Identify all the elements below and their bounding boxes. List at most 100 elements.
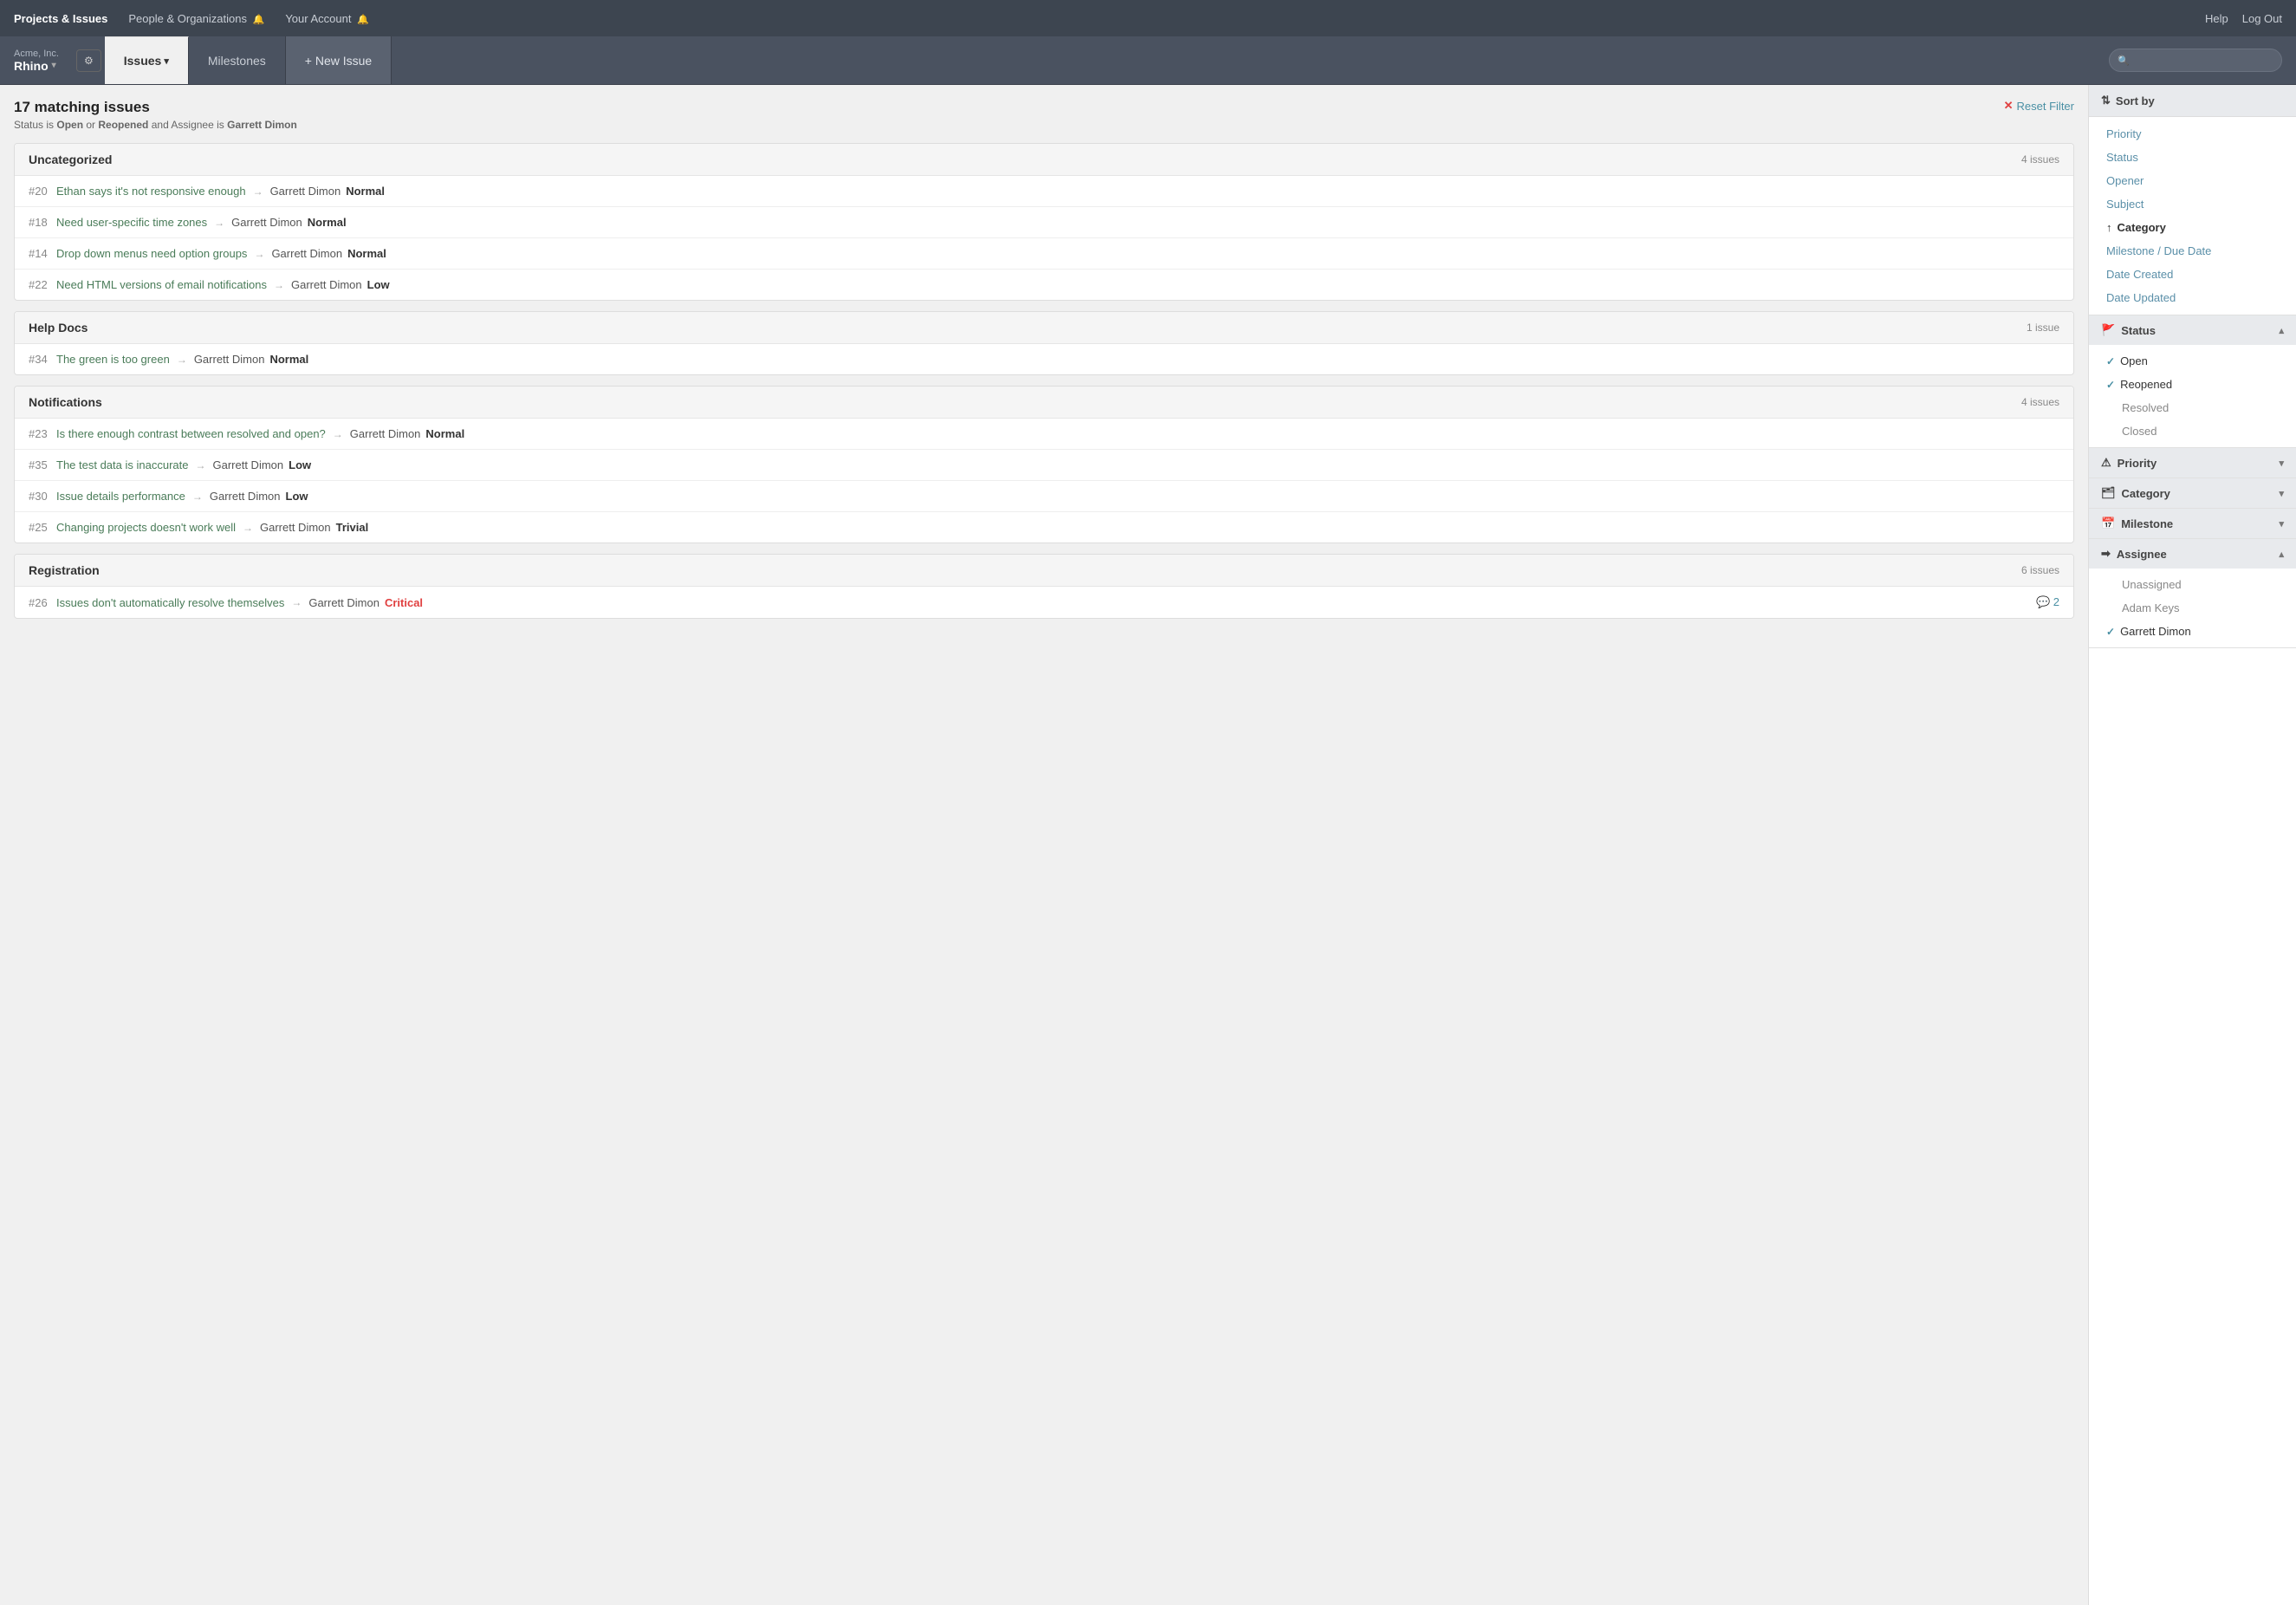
issue-assignee: Garrett Dimon [308, 596, 379, 609]
sort-item[interactable]: Milestone / Due Date [2089, 239, 2296, 263]
group-count: 4 issues [2021, 153, 2059, 166]
settings-button[interactable]: ⚙ [76, 49, 101, 72]
project-name[interactable]: Rhino ▾ [14, 59, 59, 73]
group-header: Help Docs 1 issue [15, 312, 2073, 344]
issue-assignee: Garrett Dimon [291, 278, 362, 291]
top-nav: Projects & Issues People & Organizations… [0, 0, 2296, 36]
issue-row: #26 Issues don't automatically resolve t… [15, 587, 2073, 618]
group-header: Notifications 4 issues [15, 387, 2073, 419]
sort-item[interactable]: Status [2089, 146, 2296, 169]
filter-section-icon: 🗂 [2101, 486, 2116, 500]
filter-header[interactable]: ➡ Assignee ▴ [2089, 539, 2296, 569]
issue-number: #34 [29, 353, 56, 366]
issue-row: #18 Need user-specific time zones → Garr… [15, 207, 2073, 238]
issue-number: #23 [29, 427, 56, 440]
filter-items: OpenReopenedResolvedClosed [2089, 345, 2296, 447]
sort-item[interactable]: Category [2089, 216, 2296, 239]
group-name: Help Docs [29, 321, 88, 335]
reset-filter-button[interactable]: ✕ Reset Filter [2004, 99, 2074, 113]
issues-count: 17 matching issues [14, 99, 297, 116]
issue-arrow: → [254, 248, 264, 260]
issue-number: #20 [29, 185, 56, 198]
group-name: Registration [29, 563, 100, 577]
issue-assignee: Garrett Dimon [350, 427, 421, 440]
issue-priority: Low [286, 490, 308, 503]
tab-milestones[interactable]: Milestones [189, 36, 286, 84]
issue-row: #14 Drop down menus need option groups →… [15, 238, 2073, 270]
issue-group: Registration 6 issues #26 Issues don't a… [14, 554, 2074, 619]
sort-item[interactable]: Date Updated [2089, 286, 2296, 309]
filter-header[interactable]: ⚠ Priority ▾ [2089, 448, 2296, 478]
filter-section-name: Status [2121, 324, 2156, 337]
group-count: 6 issues [2021, 564, 2059, 576]
issue-title[interactable]: Drop down menus need option groups [56, 247, 247, 260]
issue-assignee: Garrett Dimon [271, 247, 342, 260]
filter-section-name: Priority [2118, 457, 2157, 470]
nav-projects-issues[interactable]: Projects & Issues [14, 12, 107, 25]
filter-section-icon: ➡ [2101, 547, 2111, 561]
issue-priority: Normal [425, 427, 464, 440]
search-wrapper [2109, 49, 2282, 72]
filter-header[interactable]: 🚩 Status ▴ [2089, 315, 2296, 345]
filter-header[interactable]: 🗂 Category ▾ [2089, 478, 2296, 508]
issue-assignee: Garrett Dimon [231, 216, 302, 229]
issue-title[interactable]: The test data is inaccurate [56, 458, 188, 471]
issue-title[interactable]: Changing projects doesn't work well [56, 521, 236, 534]
issue-row: #35 The test data is inaccurate → Garret… [15, 450, 2073, 481]
search-input[interactable] [2109, 49, 2282, 72]
issue-priority: Normal [269, 353, 308, 366]
filter-item[interactable]: Reopened [2089, 373, 2296, 396]
issue-arrow: → [274, 279, 284, 291]
issue-arrow: → [192, 491, 203, 503]
filter-items: UnassignedAdam KeysGarrett Dimon [2089, 569, 2296, 647]
issue-group: Uncategorized 4 issues #20 Ethan says it… [14, 143, 2074, 301]
filter-header[interactable]: 📅 Milestone ▾ [2089, 509, 2296, 538]
issues-panel: 17 matching issues Status is Open or Reo… [0, 85, 2088, 1605]
filter-item[interactable]: Garrett Dimon [2089, 620, 2296, 643]
group-name: Notifications [29, 395, 102, 409]
filter-section-name: Assignee [2117, 548, 2167, 561]
sub-nav-tabs: Issues ▾ Milestones + New Issue [105, 36, 392, 84]
collapse-arrow-icon: ▾ [2279, 488, 2284, 499]
filter-item[interactable]: Open [2089, 349, 2296, 373]
issue-comments[interactable]: 💬 2 [2036, 595, 2059, 609]
issue-row: #22 Need HTML versions of email notifica… [15, 270, 2073, 300]
issue-title[interactable]: Issues don't automatically resolve thems… [56, 596, 284, 609]
sort-item[interactable]: Priority [2089, 122, 2296, 146]
issue-title[interactable]: Is there enough contrast between resolve… [56, 427, 326, 440]
issue-title[interactable]: The green is too green [56, 353, 170, 366]
issue-title[interactable]: Need user-specific time zones [56, 216, 207, 229]
nav-logout[interactable]: Log Out [2242, 12, 2282, 25]
filter-item[interactable]: Closed [2089, 419, 2296, 443]
issues-list: Uncategorized 4 issues #20 Ethan says it… [14, 143, 2074, 619]
issue-arrow: → [195, 459, 205, 471]
group-count: 4 issues [2021, 396, 2059, 408]
filter-section-icon: 📅 [2101, 517, 2115, 530]
filter-section: 📅 Milestone ▾ [2089, 509, 2296, 539]
nav-your-account[interactable]: Your Account 🔔 [285, 12, 368, 25]
sort-item[interactable]: Date Created [2089, 263, 2296, 286]
project-dropdown-arrow: ▾ [52, 61, 56, 70]
sort-items: PriorityStatusOpenerSubjectCategoryMiles… [2089, 117, 2296, 315]
sort-item[interactable]: Subject [2089, 192, 2296, 216]
issue-number: #25 [29, 521, 56, 534]
issue-assignee: Garrett Dimon [210, 490, 281, 503]
issue-row: #20 Ethan says it's not responsive enoug… [15, 176, 2073, 207]
tab-new-issue[interactable]: + New Issue [286, 36, 392, 84]
nav-help[interactable]: Help [2205, 12, 2228, 25]
filter-item[interactable]: Resolved [2089, 396, 2296, 419]
issue-number: #35 [29, 458, 56, 471]
issue-title[interactable]: Ethan says it's not responsive enough [56, 185, 246, 198]
sort-item[interactable]: Opener [2089, 169, 2296, 192]
issue-row: #25 Changing projects doesn't work well … [15, 512, 2073, 543]
filter-section: ➡ Assignee ▴ UnassignedAdam KeysGarrett … [2089, 539, 2296, 648]
account-bell-icon: 🔔 [357, 15, 369, 25]
tab-issues[interactable]: Issues ▾ [105, 36, 189, 84]
filter-item[interactable]: Unassigned [2089, 573, 2296, 596]
group-header: Uncategorized 4 issues [15, 144, 2073, 176]
issue-title[interactable]: Issue details performance [56, 490, 185, 503]
filter-item[interactable]: Adam Keys [2089, 596, 2296, 620]
issue-title[interactable]: Need HTML versions of email notification… [56, 278, 267, 291]
nav-people-orgs[interactable]: People & Organizations 🔔 [128, 12, 264, 25]
issue-priority: Normal [346, 185, 385, 198]
